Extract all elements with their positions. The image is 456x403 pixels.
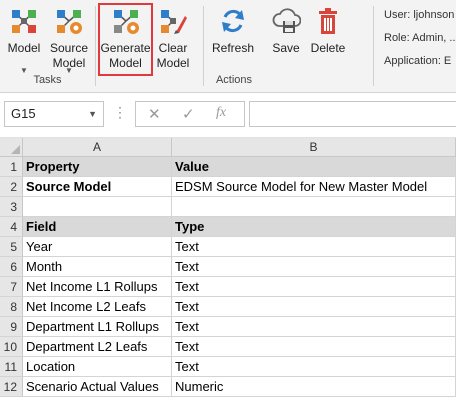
generate-model-icon: [114, 10, 139, 34]
cell-a[interactable]: Net Income L2 Leafs: [23, 297, 172, 317]
cell-a[interactable]: Property: [23, 157, 172, 177]
trash-icon: [319, 8, 337, 34]
row-header[interactable]: 11: [0, 357, 23, 377]
cell-b[interactable]: Text: [172, 277, 456, 297]
group-separator: [373, 6, 374, 86]
actions-group-label: Actions: [215, 74, 253, 86]
spreadsheet-grid: A B 1 Property Value 2 Source Model EDSM Sour…: [0, 138, 456, 403]
model-icon: [12, 10, 36, 33]
clear-model-icon: [161, 10, 187, 34]
cell-b[interactable]: Text: [172, 317, 456, 337]
row-header[interactable]: 5: [0, 237, 23, 257]
cell-a[interactable]: Year: [23, 237, 172, 257]
user-info-role: Role: Admin, ...: [384, 32, 456, 44]
cell-a[interactable]: Location: [23, 357, 172, 377]
cell-a[interactable]: Scenario Actual Values: [23, 377, 172, 397]
clear-model-label: Clear Model: [156, 41, 190, 70]
insert-function-icon[interactable]: fx: [216, 105, 226, 121]
column-header-b[interactable]: B: [172, 138, 456, 157]
refresh-icon: [222, 9, 244, 33]
cell-b[interactable]: Numeric: [172, 377, 456, 397]
column-header-a[interactable]: A: [23, 138, 172, 157]
row-header[interactable]: 6: [0, 257, 23, 277]
cell-a[interactable]: [23, 197, 172, 217]
name-box[interactable]: G15 ▼: [4, 101, 104, 127]
cell-a[interactable]: Source Model: [23, 177, 172, 197]
cell-b[interactable]: EDSM Source Model for New Master Model: [172, 177, 456, 197]
cell-b[interactable]: Text: [172, 337, 456, 357]
row-header[interactable]: 1: [0, 157, 23, 177]
cell-b[interactable]: Text: [172, 357, 456, 377]
refresh-label: Refresh: [211, 41, 255, 55]
row-header[interactable]: 3: [0, 197, 23, 217]
cell-a[interactable]: Field: [23, 217, 172, 237]
cell-b[interactable]: Value: [172, 157, 456, 177]
cell-a[interactable]: Net Income L1 Rollups: [23, 277, 172, 297]
formula-buttons: ✕ ✓ fx: [135, 101, 245, 127]
source-model-button[interactable]: Source Model ▼: [46, 4, 92, 75]
source-model-icon: [57, 10, 82, 34]
cell-a[interactable]: Department L2 Leafs: [23, 337, 172, 357]
delete-label: Delete: [310, 41, 346, 55]
row-header[interactable]: 4: [0, 217, 23, 237]
ribbon: Model ▼ Source Model ▼ Generate Model Cl…: [0, 0, 456, 93]
chevron-down-icon[interactable]: ▼: [88, 102, 97, 126]
cell-a[interactable]: Month: [23, 257, 172, 277]
model-button[interactable]: Model ▼: [2, 4, 46, 75]
cell-b[interactable]: Text: [172, 257, 456, 277]
model-label: Model: [7, 41, 41, 55]
row-header[interactable]: 10: [0, 337, 23, 357]
select-all-corner[interactable]: [0, 138, 23, 157]
clear-model-button[interactable]: Clear Model: [153, 4, 193, 74]
tasks-group-label: Tasks: [33, 74, 62, 86]
row-header[interactable]: 7: [0, 277, 23, 297]
row-header[interactable]: 8: [0, 297, 23, 317]
cell-b[interactable]: Type: [172, 217, 456, 237]
save-label: Save: [272, 41, 300, 55]
generate-model-label: Generate Model: [100, 41, 151, 70]
row-header[interactable]: 9: [0, 317, 23, 337]
cell-b[interactable]: [172, 197, 456, 217]
user-info-user: User: ljohnson: [384, 9, 455, 21]
user-info-application: Application: E: [384, 55, 452, 67]
refresh-button[interactable]: Refresh: [210, 4, 256, 74]
cell-a[interactable]: Department L1 Rollups: [23, 317, 172, 337]
enter-icon[interactable]: ✓: [182, 105, 195, 123]
generate-model-button[interactable]: Generate Model: [100, 4, 151, 74]
name-box-value: G15: [11, 106, 36, 121]
cancel-icon[interactable]: ✕: [148, 105, 161, 123]
cloud-save-icon: [272, 8, 301, 33]
delete-button[interactable]: Delete: [307, 4, 349, 74]
row-header[interactable]: 12: [0, 377, 23, 397]
formula-input[interactable]: [249, 101, 456, 127]
cell-b[interactable]: Text: [172, 237, 456, 257]
cell-b[interactable]: Text: [172, 297, 456, 317]
row-header[interactable]: 2: [0, 177, 23, 197]
save-button[interactable]: Save: [267, 4, 305, 74]
more-options-icon[interactable]: ⋮: [113, 104, 127, 121]
